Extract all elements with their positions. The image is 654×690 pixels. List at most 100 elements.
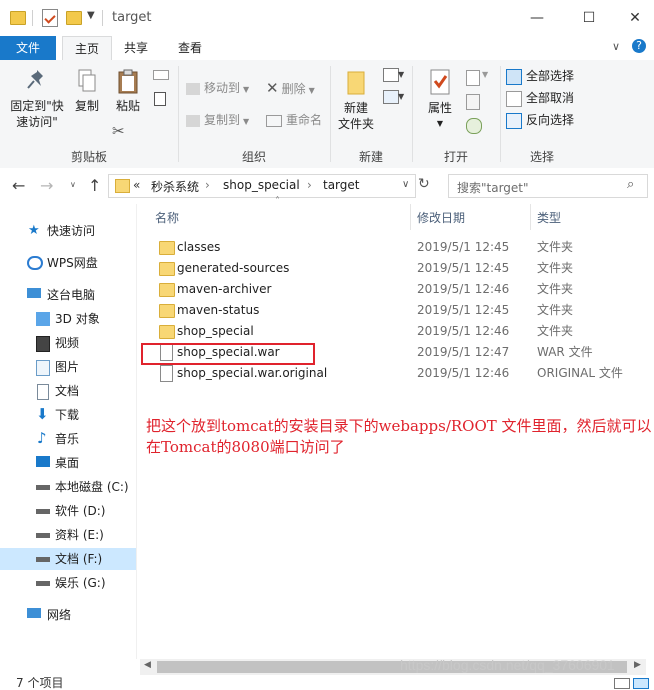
file-row[interactable]: generated-sources 2019/5/1 12:45 文件夹 (150, 258, 650, 279)
nav-videos[interactable]: 视频 (0, 332, 136, 354)
nav-pictures[interactable]: 图片 (0, 356, 136, 378)
minimize-button[interactable]: — (514, 0, 560, 36)
new-folder-button[interactable]: 新建 文件夹 (334, 68, 378, 132)
close-button[interactable]: ✕ (612, 0, 654, 36)
tab-share[interactable]: 共享 (112, 36, 160, 60)
chevron-right-icon[interactable]: › (205, 178, 210, 192)
invert-selection-button[interactable]: 反向选择 (506, 110, 574, 130)
nav-music[interactable]: ♪ 音乐 (0, 428, 136, 450)
breadcrumb-item[interactable]: 秒杀系统 (151, 178, 199, 195)
file-name: maven-archiver (177, 282, 272, 296)
nav-wps-cloud[interactable]: WPS网盘 (0, 252, 136, 274)
chevron-right-icon[interactable]: › (307, 178, 312, 192)
nav-drive-f[interactable]: 文档 (F:) (0, 548, 136, 570)
status-bar: 7 个项目 (0, 676, 654, 689)
pane-divider (136, 204, 137, 659)
nav-3d-objects[interactable]: 3D 对象 (0, 308, 136, 330)
new-item-icon[interactable] (383, 68, 399, 82)
address-bar[interactable]: « 秒杀系统 › shop_special › target ∨ (108, 174, 416, 198)
copy-to-button[interactable]: 复制到 ▼ (186, 110, 249, 130)
tab-file[interactable]: 文件 (0, 36, 57, 60)
search-box[interactable]: 搜索"target" ⌕ (448, 174, 648, 198)
copy-to-label: 复制到 (204, 113, 241, 127)
edit-icon[interactable] (466, 94, 480, 110)
scissors-icon[interactable]: ✂ (112, 122, 125, 140)
pin-label-line1: 固定到"快 (10, 99, 64, 113)
quick-access-dropdown-icon[interactable]: ▼ (87, 10, 95, 21)
breadcrumb-item[interactable]: target (323, 178, 360, 192)
breadcrumb-overflow[interactable]: « (133, 178, 140, 192)
properties-button[interactable]: 属性 ▼ (420, 68, 460, 132)
file-row[interactable]: classes 2019/5/1 12:45 文件夹 (150, 237, 650, 258)
breadcrumb-item[interactable]: shop_special (223, 178, 300, 192)
delete-button[interactable]: ✕ 删除 ▼ (266, 78, 315, 98)
nav-drive-c[interactable]: 本地磁盘 (C:) (0, 476, 136, 498)
chevron-down-icon[interactable]: ▼ (398, 92, 404, 101)
paste-shortcut-icon[interactable] (154, 92, 166, 106)
easy-access-icon[interactable] (383, 90, 399, 104)
new-folder-label-line2: 文件夹 (337, 117, 374, 131)
move-to-label: 移动到 (204, 81, 241, 95)
pin-quick-access-button[interactable]: 固定到"快 速访问" (6, 68, 68, 130)
file-type: 文件夹 (537, 261, 574, 275)
paste-button[interactable]: 粘贴 (110, 68, 146, 114)
column-name[interactable]: 名称 (155, 209, 179, 226)
rename-button[interactable]: 重命名 (266, 110, 322, 130)
select-none-button[interactable]: 全部取消 (506, 88, 574, 108)
computer-icon (27, 288, 41, 298)
copy-label: 复制 (74, 99, 99, 113)
new-folder-quick-icon[interactable] (66, 11, 82, 25)
tab-home[interactable]: 主页 (62, 36, 113, 62)
nav-documents[interactable]: 文档 (0, 380, 136, 402)
drive-icon (36, 557, 50, 562)
file-date: 2019/5/1 12:46 (417, 324, 510, 338)
copy-button[interactable]: 复制 (70, 68, 104, 114)
nav-downloads[interactable]: ⬇ 下载 (0, 404, 136, 426)
file-row[interactable]: maven-status 2019/5/1 12:45 文件夹 (150, 300, 650, 321)
recent-locations-icon[interactable]: ∨ (70, 180, 76, 189)
nav-drive-e[interactable]: 资料 (E:) (0, 524, 136, 546)
column-divider[interactable] (410, 204, 411, 230)
invert-selection-icon (506, 112, 522, 129)
move-to-button[interactable]: 移动到 ▼ (186, 78, 249, 98)
file-row[interactable]: maven-archiver 2019/5/1 12:46 文件夹 (150, 279, 650, 300)
invert-selection-label: 反向选择 (526, 113, 575, 127)
nav-this-pc[interactable]: 这台电脑 (0, 284, 136, 306)
select-all-button[interactable]: 全部选择 (506, 66, 574, 86)
nav-desktop[interactable]: 桌面 (0, 452, 136, 474)
large-icons-view-icon[interactable] (633, 678, 649, 689)
search-placeholder: 搜索"target" (457, 181, 529, 195)
details-view-icon[interactable] (614, 678, 630, 689)
open-icon[interactable] (466, 70, 480, 86)
chevron-down-icon[interactable]: ▼ (482, 70, 488, 79)
cut-path-icon[interactable] (153, 70, 169, 80)
forward-button[interactable]: → (40, 176, 53, 195)
column-type[interactable]: 类型 (537, 209, 561, 226)
chevron-down-icon[interactable]: ▼ (398, 70, 404, 79)
help-icon[interactable]: ? (632, 39, 646, 53)
annotation-text: 把这个放到tomcat的安装目录下的webapps/ROOT 文件里面，然后就可… (146, 416, 654, 458)
copy-to-icon (186, 114, 200, 127)
history-icon[interactable] (466, 118, 482, 134)
file-row[interactable]: shop_special.war.original 2019/5/1 12:46… (150, 363, 650, 384)
nav-network[interactable]: 网络 (0, 604, 136, 626)
address-dropdown-icon[interactable]: ∨ (402, 179, 409, 190)
up-button[interactable]: ↑ (88, 176, 101, 195)
search-icon[interactable]: ⌕ (627, 177, 634, 192)
scroll-right-icon[interactable]: ▶ (634, 660, 641, 670)
nav-drive-d[interactable]: 软件 (D:) (0, 500, 136, 522)
file-row[interactable]: shop_special 2019/5/1 12:46 文件夹 (150, 321, 650, 342)
column-date[interactable]: 修改日期 (417, 209, 465, 226)
nav-quick-access[interactable]: ★ 快速访问 (0, 220, 136, 242)
tab-view[interactable]: 查看 (166, 36, 214, 60)
properties-quick-icon[interactable] (42, 9, 58, 27)
maximize-button[interactable]: ☐ (566, 0, 612, 36)
nav-drive-g[interactable]: 娱乐 (G:) (0, 572, 136, 594)
back-button[interactable]: ← (12, 176, 25, 195)
scroll-left-icon[interactable]: ◀ (144, 660, 151, 670)
ribbon-collapse-icon[interactable]: ∨ (612, 40, 620, 53)
refresh-icon[interactable]: ↻ (418, 176, 430, 192)
paste-label: 粘贴 (115, 99, 140, 113)
network-icon (27, 608, 41, 618)
column-divider[interactable] (530, 204, 531, 230)
